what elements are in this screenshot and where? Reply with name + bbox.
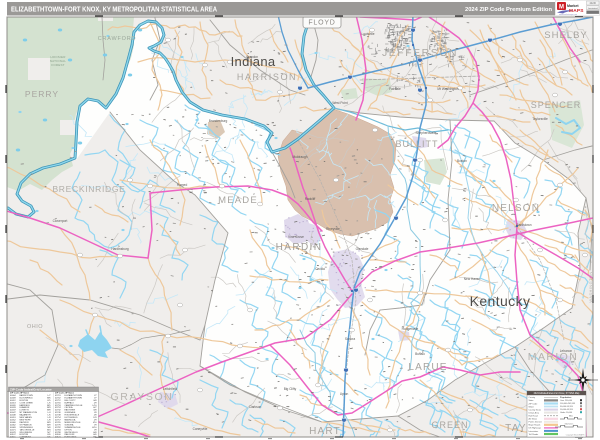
svg-text:HARDIN: HARDIN — [276, 242, 323, 253]
svg-text:Clarkson: Clarkson — [249, 405, 262, 409]
svg-text:Big Clifty: Big Clifty — [284, 387, 297, 391]
svg-text:2024 Elizabethtown-Fort Knox,: 2024 Elizabethtown-Fort Knox, KY MSA Map — [534, 392, 580, 395]
svg-text:ZIP Code Index/Grid Locator: ZIP Code Index/Grid Locator — [10, 387, 53, 391]
svg-text:Leitchfield: Leitchfield — [163, 387, 178, 391]
svg-text:HARRISON: HARRISON — [237, 72, 297, 82]
svg-text:Population: Population — [560, 396, 572, 399]
svg-text:Sonora: Sonora — [345, 337, 356, 341]
svg-text:Rail Road: Rail Road — [529, 416, 539, 418]
svg-text:10,000-49,999: 10,000-49,999 — [560, 409, 574, 411]
svg-text:Cloverport: Cloverport — [53, 219, 68, 223]
svg-text:State: State — [529, 399, 535, 402]
svg-text:Laminated: Laminated — [588, 7, 599, 10]
svg-text:MAPS: MAPS — [569, 8, 584, 14]
svg-text:NELSON: NELSON — [492, 203, 540, 214]
svg-text:CLERMONT: CLERMONT — [20, 437, 32, 439]
svg-text:BRECKINRIDGE: BRECKINRIDGE — [52, 184, 125, 194]
svg-text:Over 250,000: Over 250,000 — [560, 400, 573, 402]
svg-text:MEADE: MEADE — [218, 195, 258, 206]
svg-text:Copyright MarketMAPS: Copyright MarketMAPS — [566, 434, 586, 437]
svg-text:Lebanon: Lebanon — [560, 349, 573, 353]
svg-text:Mt Washington: Mt Washington — [437, 87, 458, 91]
svg-text:Cecilia: Cecilia — [315, 267, 325, 271]
svg-text:M: M — [559, 5, 564, 11]
svg-text:Toll Roads: Toll Roads — [529, 434, 539, 436]
svg-text:ELIZABETHTOWN-FORT KNOX, KY ME: ELIZABETHTOWN-FORT KNOX, KY METROPOLITAN… — [11, 6, 217, 13]
svg-text:Urban Area: Urban Area — [529, 411, 540, 414]
svg-text:Fairdale: Fairdale — [389, 87, 401, 91]
svg-text:Brandenburg: Brandenburg — [209, 119, 228, 123]
svg-text:FORT KNOX: FORT KNOX — [65, 437, 78, 439]
svg-text:County: County — [529, 396, 537, 399]
svg-text:40121: 40121 — [55, 437, 62, 439]
svg-text:Hodgenville: Hodgenville — [402, 327, 419, 331]
svg-text:Water: Water — [529, 405, 535, 408]
svg-text:Shepherdsville: Shepherdsville — [416, 131, 437, 135]
svg-text:LARUE: LARUE — [408, 362, 447, 373]
svg-text:GRAYSON: GRAYSON — [111, 391, 174, 403]
svg-text:CRAWFORD: CRAWFORD — [98, 36, 137, 42]
svg-text:100,000-249,999: 100,000-249,999 — [560, 403, 576, 405]
svg-text:Radcliff: Radcliff — [305, 197, 316, 201]
svg-text:Kentucky: Kentucky — [470, 293, 531, 309]
svg-text:Taylorsville: Taylorsville — [532, 117, 548, 121]
svg-text:OHIO: OHIO — [27, 324, 43, 330]
svg-text:Corydon: Corydon — [246, 55, 258, 59]
svg-text:SHELBY: SHELBY — [544, 30, 588, 41]
svg-text:www.marketmaps.com: www.marketmaps.com — [559, 13, 578, 16]
svg-text:BULLITT: BULLITT — [395, 139, 438, 149]
svg-text:Under 10,000: Under 10,000 — [560, 412, 573, 414]
svg-text:West Point: West Point — [332, 101, 347, 105]
svg-text:Points Interest: Points Interest — [529, 421, 543, 424]
svg-text:PERRY: PERRY — [25, 89, 59, 99]
svg-text:Bardstown: Bardstown — [516, 223, 531, 227]
svg-text:2024 ZIP Code Premium Edition: 2024 ZIP Code Premium Edition — [465, 7, 552, 13]
svg-text:Caneyville: Caneyville — [193, 427, 208, 431]
svg-text:County Seats: County Seats — [529, 408, 541, 411]
svg-text:Boston: Boston — [457, 159, 467, 163]
svg-text:Major Roads: Major Roads — [529, 424, 541, 427]
svg-text:US Highways: US Highways — [529, 428, 541, 430]
svg-text:FLOYD: FLOYD — [308, 20, 335, 27]
svg-text:Muldraugh: Muldraugh — [292, 155, 307, 159]
svg-text:Hardinsburg: Hardinsburg — [111, 247, 129, 251]
svg-text:50,000-99,999: 50,000-99,999 — [560, 406, 574, 408]
svg-text:WASHINGTON: WASHINGTON — [588, 271, 593, 302]
svg-text:Harned: Harned — [177, 183, 188, 187]
svg-text:Upton: Upton — [340, 392, 349, 396]
svg-text:Miles: Miles — [569, 416, 573, 418]
svg-text:Air Strips: Air Strips — [529, 418, 537, 421]
svg-text:FOREST: FOREST — [51, 63, 64, 67]
svg-text:New Haven: New Haven — [464, 277, 481, 281]
svg-text:40115: 40115 — [10, 437, 16, 439]
svg-text:Interstates: Interstates — [529, 430, 539, 433]
svg-text:ZIP Code: ZIP Code — [529, 403, 539, 405]
svg-text:GREEN: GREEN — [431, 420, 468, 430]
svg-text:Louisville: Louisville — [361, 32, 374, 36]
svg-text:JEFFERSON: JEFFERSON — [382, 47, 458, 59]
svg-text:Market: Market — [567, 4, 579, 8]
svg-text:Vine Grove: Vine Grove — [288, 235, 304, 239]
svg-text:HART: HART — [309, 426, 341, 437]
svg-text:Kilometers: Kilometers — [565, 423, 574, 426]
svg-text:Rineyville: Rineyville — [326, 227, 340, 231]
svg-text:Glendale: Glendale — [356, 247, 369, 251]
svg-text:Buffalo: Buffalo — [415, 352, 425, 356]
svg-text:SPENCER: SPENCER — [531, 100, 582, 110]
svg-text:24x36: 24x36 — [590, 3, 597, 5]
